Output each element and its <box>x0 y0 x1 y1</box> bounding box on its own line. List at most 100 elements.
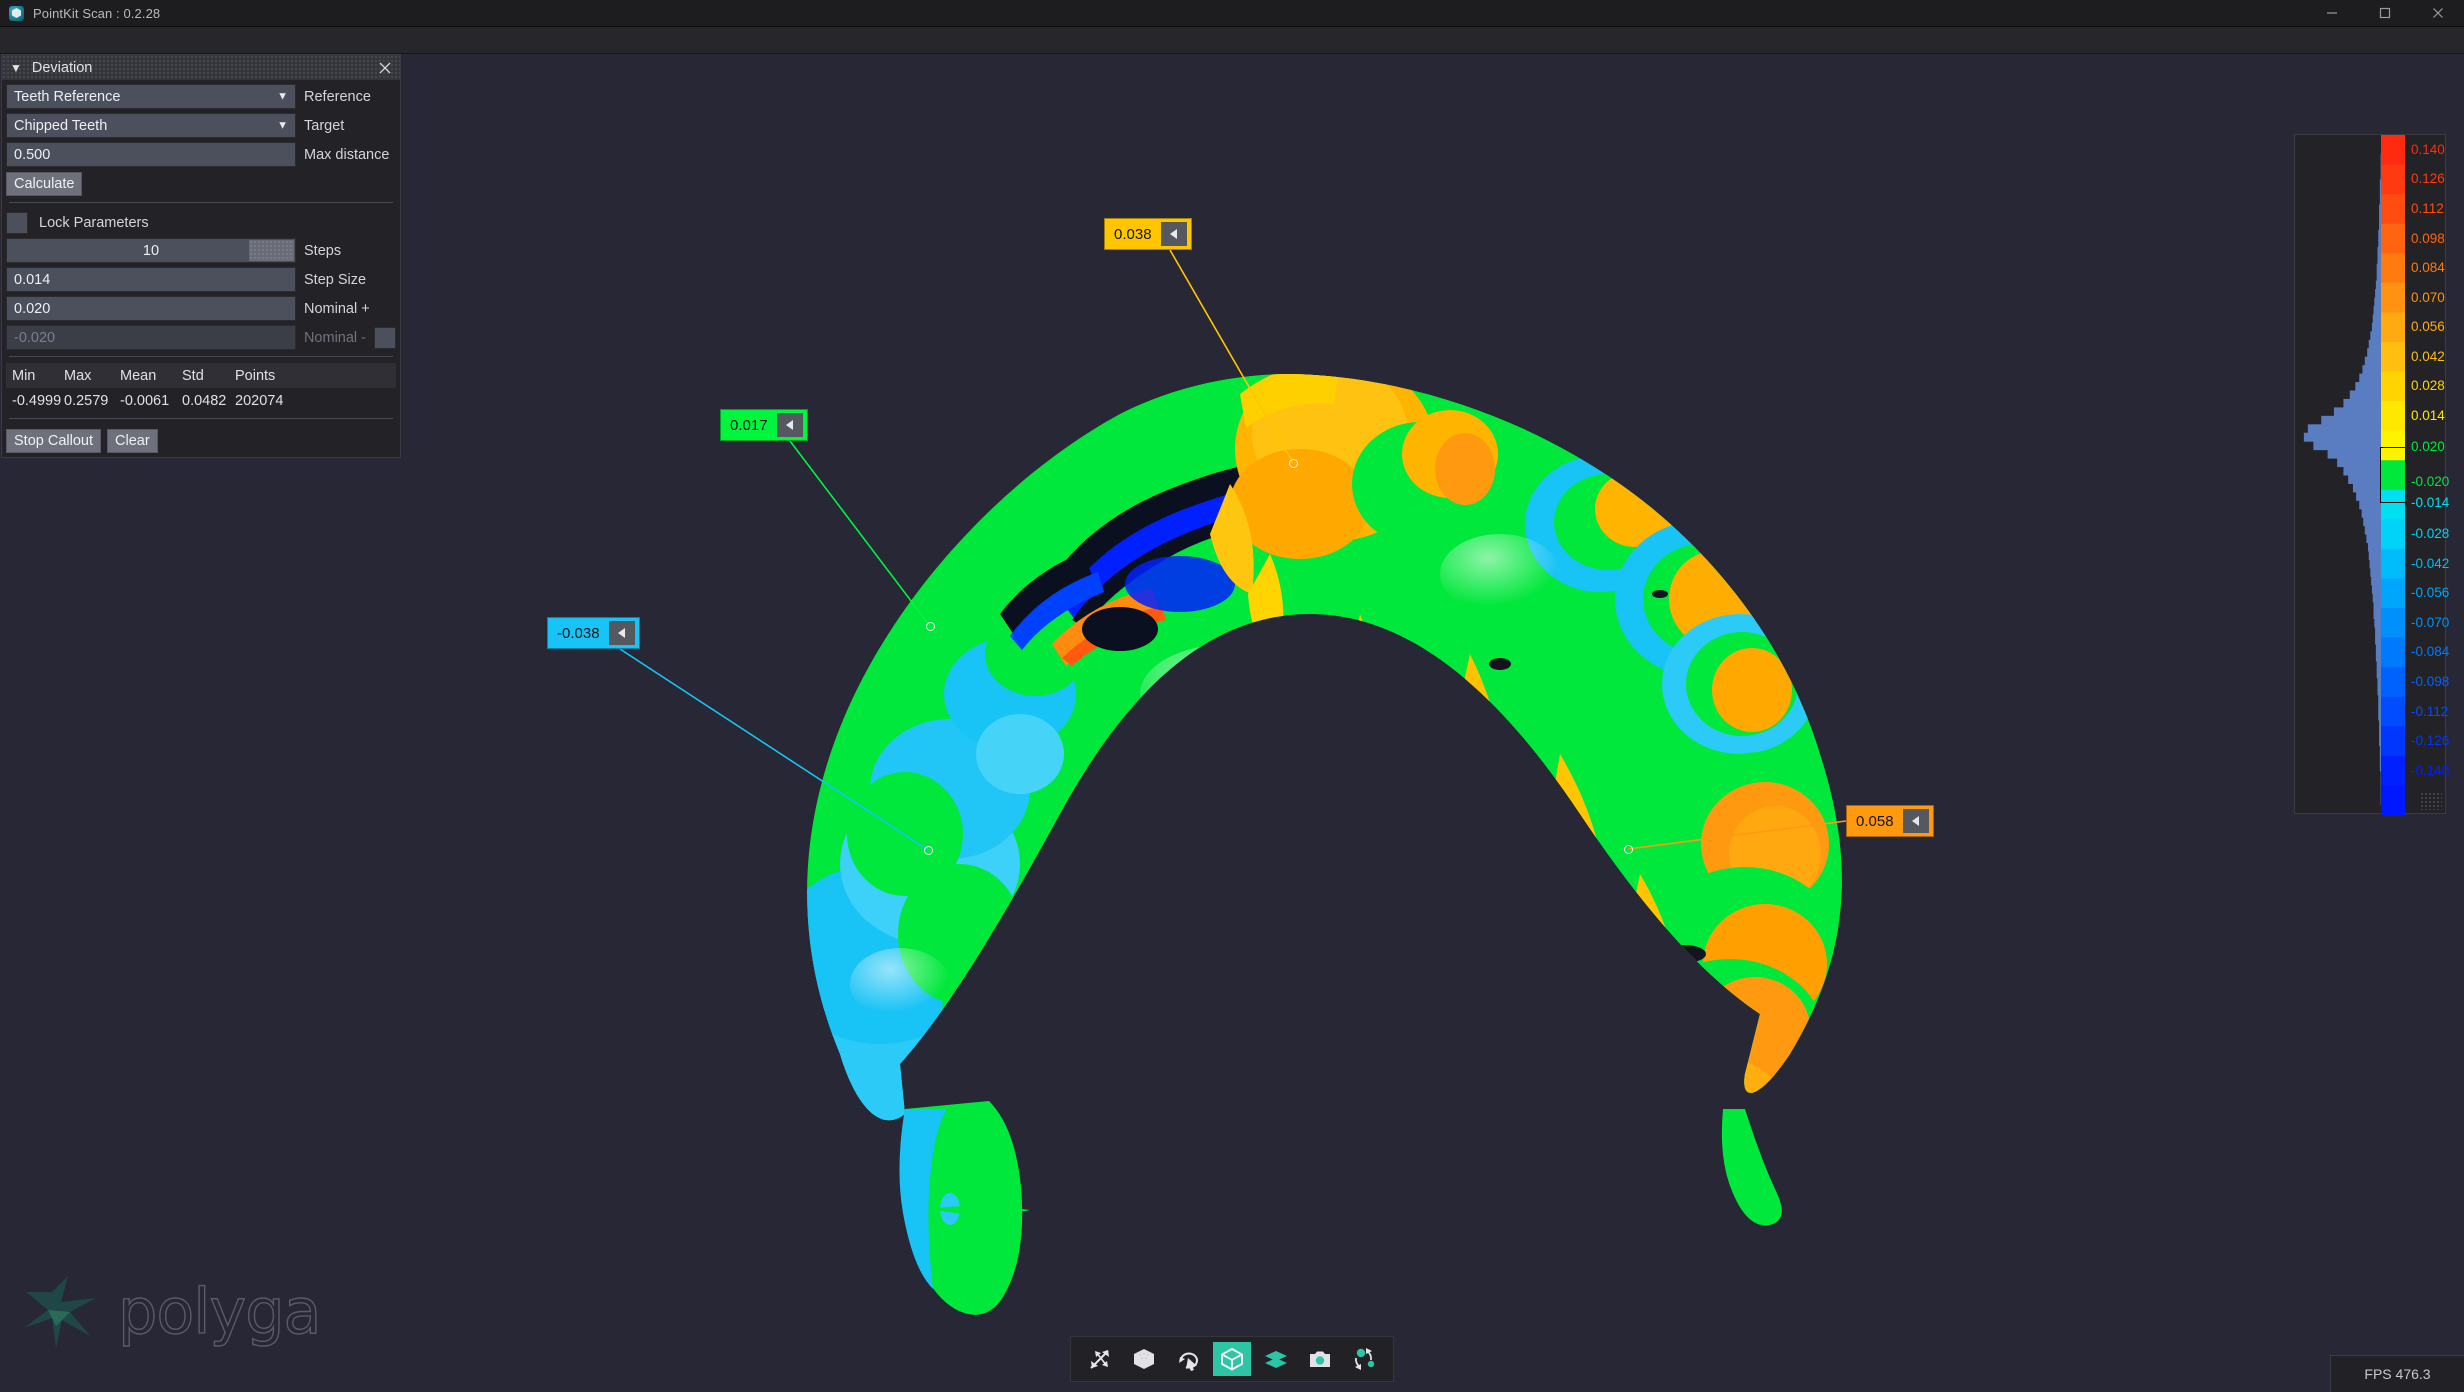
stat-value-min: -0.4999 <box>6 393 64 409</box>
color-tick-label: -0.084 <box>2411 645 2449 659</box>
callout-value: 0.038 <box>1114 226 1152 243</box>
color-tick-label: 0.098 <box>2411 232 2445 246</box>
deviation-histogram <box>2297 137 2383 813</box>
target-dropdown[interactable]: Chipped Teeth ▼ <box>6 113 296 138</box>
application-window: PointKit Scan : 0.2.28 <box>0 0 2464 1392</box>
lock-parameters-row[interactable]: Lock Parameters <box>6 209 396 237</box>
calculate-button[interactable]: Calculate <box>6 172 82 196</box>
target-value: Chipped Teeth <box>14 118 107 134</box>
close-icon[interactable] <box>374 57 396 79</box>
color-tick-label: -0.098 <box>2411 675 2449 689</box>
steps-value: 10 <box>143 243 159 259</box>
triangle-left-icon[interactable] <box>609 621 635 645</box>
color-tick-label: 0.042 <box>2411 350 2445 364</box>
stat-value-std: 0.0482 <box>182 393 235 409</box>
stat-header-points: Points <box>235 368 325 384</box>
maximize-icon[interactable] <box>2358 0 2411 27</box>
callout-anchor-right <box>1624 845 1633 854</box>
camera-icon[interactable] <box>1301 1342 1339 1376</box>
color-tick-label: 0.014 <box>2411 409 2445 423</box>
window-title: PointKit Scan : 0.2.28 <box>33 6 160 21</box>
color-tick-label: -0.014 <box>2411 496 2449 510</box>
steps-row: 10 Steps <box>6 237 396 264</box>
color-tick-label: -0.070 <box>2411 616 2449 630</box>
minimize-icon[interactable] <box>2305 0 2358 27</box>
target-row: Chipped Teeth ▼ Target <box>6 112 396 139</box>
callout-anchor-left-upper <box>926 622 935 631</box>
max-distance-input[interactable]: 0.500 <box>6 142 296 167</box>
callout-actions: Stop Callout Clear <box>6 425 396 453</box>
panel-divider <box>9 202 393 203</box>
color-tick-label: -0.020 <box>2411 475 2449 489</box>
deviation-statistics: Min Max Mean Std Points -0.4999 0.2579 -… <box>6 363 396 413</box>
color-tick-label: 0.140 <box>2411 143 2445 157</box>
color-tick-label: 0.070 <box>2411 291 2445 305</box>
reference-value: Teeth Reference <box>14 89 120 105</box>
nominal-minus-input[interactable]: -0.020 <box>6 325 296 350</box>
clear-button[interactable]: Clear <box>107 429 158 453</box>
chevron-down-icon[interactable]: ▼ <box>277 91 288 102</box>
nominal-plus-label: Nominal + <box>304 301 370 317</box>
menu-bar <box>0 27 2464 54</box>
title-bar: PointKit Scan : 0.2.28 <box>0 0 2464 27</box>
step-size-row: 0.014 Step Size <box>6 266 396 293</box>
callout-anchor-left-lower <box>924 846 933 855</box>
color-tick-label: 0.126 <box>2411 172 2445 186</box>
reference-dropdown[interactable]: Teeth Reference ▼ <box>6 84 296 109</box>
max-distance-value: 0.500 <box>14 147 50 163</box>
align-arrows-icon[interactable] <box>1081 1342 1119 1376</box>
callout-right[interactable]: 0.058 <box>1846 805 1934 837</box>
slider-handle[interactable] <box>249 240 294 261</box>
callout-anchor-top <box>1289 459 1298 468</box>
color-tick-label: -0.126 <box>2411 734 2449 748</box>
deviation-panel[interactable]: ▼ Deviation Teeth Reference ▼ Reference … <box>1 54 401 458</box>
stat-value-max: 0.2579 <box>64 393 120 409</box>
color-tick-label: 0.084 <box>2411 261 2445 275</box>
panel-divider-3 <box>9 418 393 419</box>
refresh-dots-icon[interactable] <box>1345 1342 1383 1376</box>
callout-left-upper[interactable]: 0.017 <box>720 409 808 441</box>
triangle-left-icon[interactable] <box>1161 222 1187 246</box>
layers-icon[interactable] <box>1257 1342 1295 1376</box>
callout-left-lower[interactable]: -0.038 <box>547 617 640 649</box>
callout-top[interactable]: 0.038 <box>1104 218 1192 250</box>
fps-status: FPS 476.3 <box>2330 1355 2464 1392</box>
target-label: Target <box>304 118 344 134</box>
nominal-plus-input[interactable]: 0.020 <box>6 296 296 321</box>
reference-label: Reference <box>304 89 371 105</box>
view-toolbar[interactable] <box>1070 1336 1394 1382</box>
nominal-band-window[interactable] <box>2380 447 2406 503</box>
triangle-left-icon[interactable] <box>1903 809 1929 833</box>
color-tick-label: -0.140 <box>2411 764 2449 778</box>
close-icon[interactable] <box>2411 0 2464 27</box>
deviation-panel-body: Teeth Reference ▼ Reference Chipped Teet… <box>2 80 400 457</box>
color-tick-label: 0.028 <box>2411 379 2445 393</box>
triangle-left-icon[interactable] <box>777 413 803 437</box>
triangle-down-icon[interactable]: ▼ <box>10 62 22 74</box>
nominal-minus-row: -0.020 Nominal - <box>6 324 396 351</box>
callout-value: 0.058 <box>1856 813 1894 830</box>
solid-hexagon-icon[interactable] <box>1125 1342 1163 1376</box>
deviation-panel-header[interactable]: ▼ Deviation <box>2 55 400 80</box>
panel-divider-2 <box>9 356 393 357</box>
step-size-input[interactable]: 0.014 <box>6 267 296 292</box>
nominal-minus-link-toggle[interactable] <box>374 327 396 349</box>
window-controls <box>2305 0 2464 27</box>
color-tick-label: 0.112 <box>2411 202 2444 216</box>
steps-slider[interactable]: 10 <box>6 238 296 263</box>
resize-grip-icon[interactable] <box>2420 792 2442 810</box>
lock-parameters-checkbox[interactable] <box>6 212 28 234</box>
step-size-value: 0.014 <box>14 272 50 288</box>
stop-callout-button[interactable]: Stop Callout <box>6 429 101 453</box>
lock-parameters-label: Lock Parameters <box>39 215 149 231</box>
cube-icon[interactable] <box>1213 1342 1251 1376</box>
chevron-down-icon[interactable]: ▼ <box>277 120 288 131</box>
nominal-minus-label: Nominal - <box>304 330 366 346</box>
stat-header-max: Max <box>64 368 120 384</box>
stat-value-mean: -0.0061 <box>120 393 182 409</box>
color-tick-label: -0.056 <box>2411 586 2449 600</box>
callout-value: 0.017 <box>730 417 768 434</box>
callout-value: -0.038 <box>557 625 600 642</box>
rotate-cursor-icon[interactable] <box>1169 1342 1207 1376</box>
deviation-color-legend[interactable]: 0.1400.1260.1120.0980.0840.0700.0560.042… <box>2294 134 2446 814</box>
